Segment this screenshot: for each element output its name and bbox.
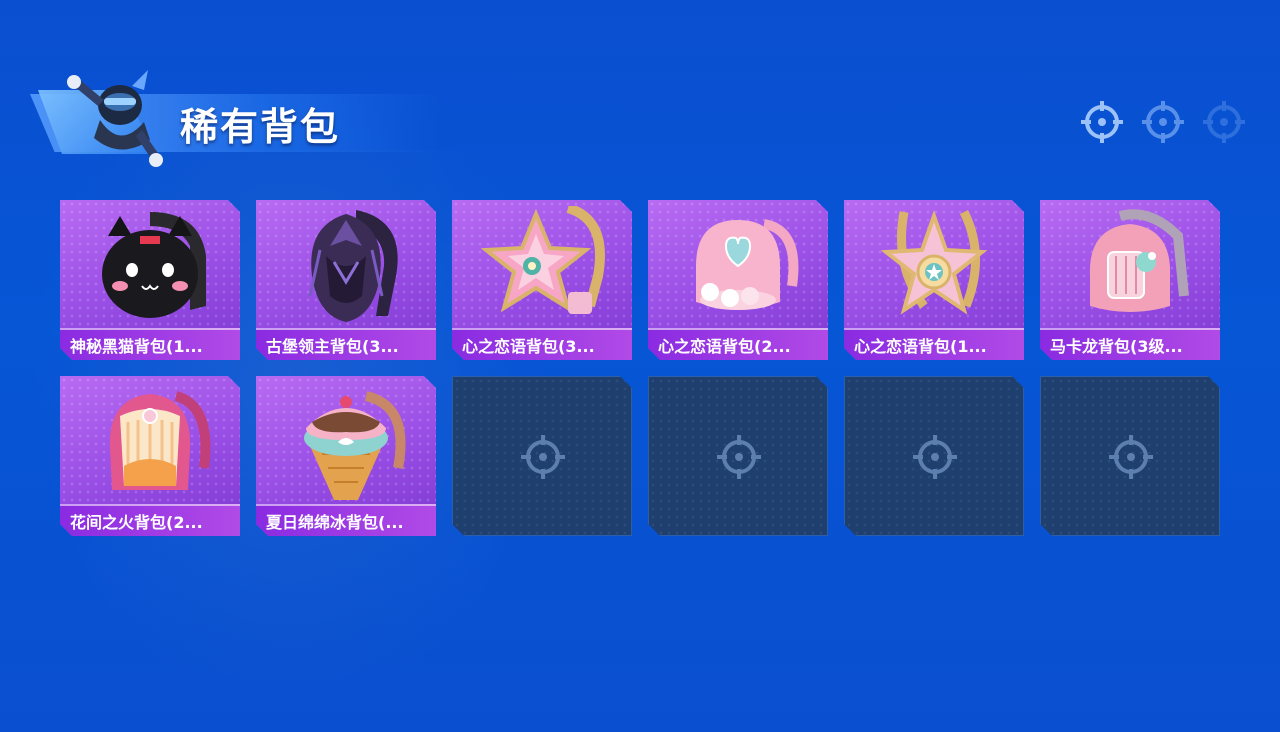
item-name-bar: 心之恋语背包(2...	[648, 328, 828, 360]
item-name: 心之恋语背包(3...	[462, 337, 595, 356]
page-header: 稀有背包	[30, 60, 450, 167]
macaron-backpack-icon	[1089, 209, 1189, 312]
flower-fire-backpack-icon	[109, 391, 211, 490]
item-name: 夏日绵绵冰背包(...	[266, 513, 404, 532]
item-card[interactable]: 花间之火背包(2...	[60, 376, 240, 536]
crosshair-icon	[717, 435, 761, 479]
page-indicators	[1080, 100, 1246, 144]
crosshair-icon	[521, 435, 565, 479]
item-card[interactable]: 心之恋语背包(1...	[844, 200, 1024, 360]
crosshair-icon	[1203, 101, 1245, 143]
item-name: 心之恋语背包(1...	[854, 337, 987, 356]
page-title: 稀有背包	[180, 105, 341, 149]
empty-slot[interactable]	[452, 376, 632, 536]
item-name-bar: 心之恋语背包(3...	[452, 328, 632, 360]
item-name-bar: 花间之火背包(2...	[60, 504, 240, 536]
item-name-bar: 心之恋语背包(1...	[844, 328, 1024, 360]
crosshair-icon	[913, 435, 957, 479]
item-name-bar: 神秘黑猫背包(1...	[60, 328, 240, 360]
star-backpack-icon	[880, 209, 988, 315]
item-name: 神秘黑猫背包(1...	[70, 337, 203, 356]
item-name: 心之恋语背包(2...	[658, 337, 791, 356]
star-backpack-icon	[480, 206, 605, 314]
black-cat-backpack-icon	[102, 212, 206, 318]
item-card[interactable]: 夏日绵绵冰背包(...	[256, 376, 436, 536]
character-avatar-icon	[67, 70, 163, 167]
castle-lord-backpack-icon	[308, 210, 398, 322]
crosshair-icon	[1081, 101, 1123, 143]
crosshair-icon	[1142, 101, 1184, 143]
item-name: 马卡龙背包(3级...	[1050, 337, 1183, 356]
item-card[interactable]: 神秘黑猫背包(1...	[60, 200, 240, 360]
pink-heart-backpack-icon	[696, 219, 799, 310]
empty-slot[interactable]	[648, 376, 828, 536]
empty-slot[interactable]	[1040, 376, 1220, 536]
item-name: 古堡领主背包(3...	[266, 337, 399, 356]
item-card[interactable]: 心之恋语背包(2...	[648, 200, 828, 360]
empty-slot[interactable]	[844, 376, 1024, 536]
item-card[interactable]: 心之恋语背包(3...	[452, 200, 632, 360]
item-card[interactable]: 古堡领主背包(3...	[256, 200, 436, 360]
item-name-bar: 夏日绵绵冰背包(...	[256, 504, 436, 536]
item-card[interactable]: 马卡龙背包(3级...	[1040, 200, 1220, 360]
backpack-grid: 神秘黑猫背包(1... 古堡领主背包(3... 心之恋语背包(3... 心之恋语…	[60, 200, 1220, 536]
crosshair-icon	[1109, 435, 1153, 479]
ice-cream-backpack-icon	[304, 391, 406, 500]
item-name-bar: 马卡龙背包(3级...	[1040, 328, 1220, 360]
item-name: 花间之火背包(2...	[70, 513, 203, 532]
item-name-bar: 古堡领主背包(3...	[256, 328, 436, 360]
